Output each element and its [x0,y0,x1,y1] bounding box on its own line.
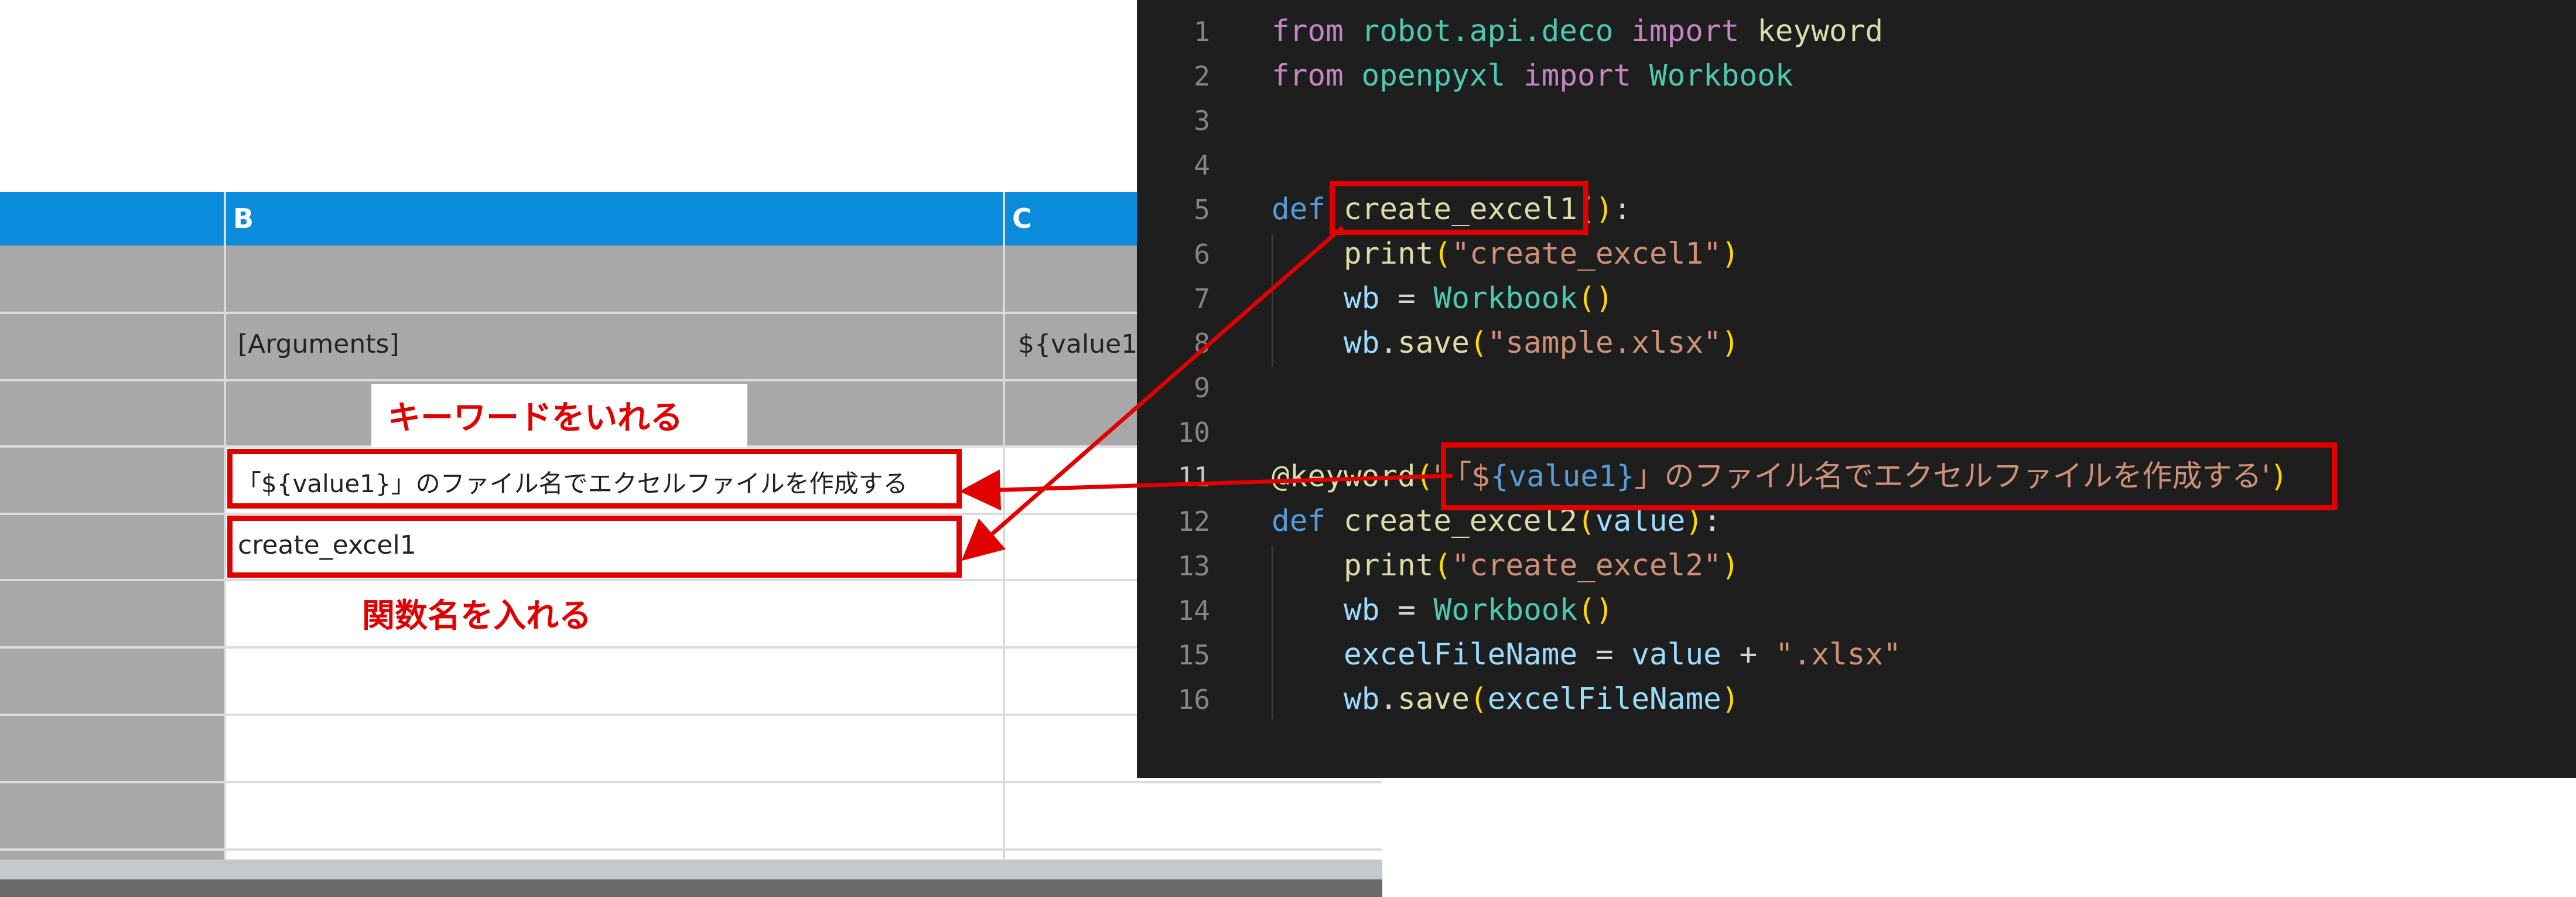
annotation-arrows [959,226,1453,561]
arrow-to-keyword-cell [959,469,1453,511]
arrow-to-function-cell [961,226,1344,561]
